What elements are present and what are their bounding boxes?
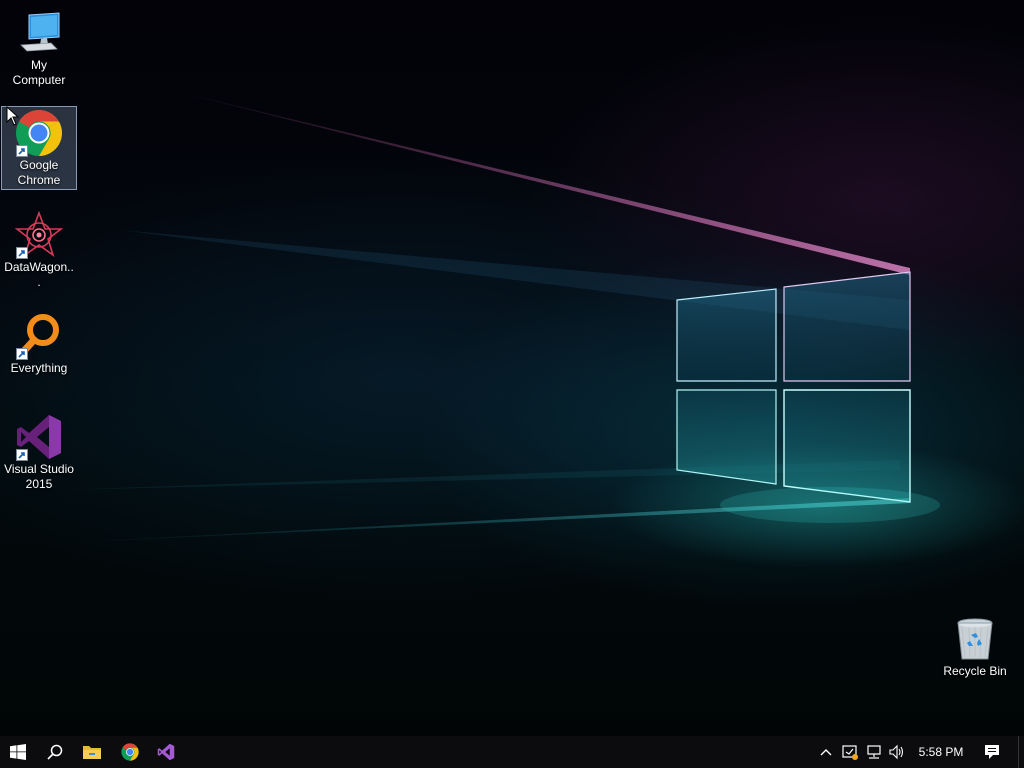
desktop-icon-label: Everything <box>10 361 68 375</box>
security-shield-icon <box>842 745 858 760</box>
file-explorer-button[interactable] <box>74 736 110 768</box>
folder-icon <box>83 746 101 759</box>
shortcut-arrow-icon <box>16 449 28 461</box>
volume-icon <box>889 744 904 760</box>
desktop-icon-label: Recycle Bin <box>943 664 1007 678</box>
action-center-button[interactable] <box>980 736 1004 768</box>
shortcut-arrow-icon <box>16 145 28 157</box>
desktop-icon-visual-studio[interactable]: Visual Studio 2015 <box>1 410 77 495</box>
taskbar: 5:58 PM <box>0 736 1024 768</box>
chevron-up-icon <box>820 749 832 756</box>
network-icon <box>867 745 881 759</box>
everything-search-icon <box>15 312 63 360</box>
visual-studio-taskbar-button[interactable] <box>148 736 184 768</box>
desktop-icon-recycle-bin[interactable]: Recycle Bin <box>937 612 1013 682</box>
desktop-icon-everything[interactable]: Everything <box>1 309 77 379</box>
tray-security-button[interactable] <box>840 736 860 768</box>
desktop-icon-label: My Computer <box>12 58 66 87</box>
desktop-icon-datawagon[interactable]: DataWagon... <box>1 208 77 293</box>
chrome-icon <box>121 743 139 761</box>
shortcut-arrow-icon <box>16 348 28 360</box>
taskbar-clock[interactable]: 5:58 PM <box>913 736 969 768</box>
show-desktop-button[interactable] <box>1018 736 1024 768</box>
search-button[interactable] <box>37 736 73 768</box>
visual-studio-icon <box>15 413 63 461</box>
computer-icon <box>15 9 63 57</box>
desktop[interactable]: My Computer Google Chrome DataWagon... E… <box>0 0 1024 736</box>
action-center-icon <box>985 745 999 759</box>
datawagon-icon <box>15 211 63 259</box>
desktop-icon-label: Google Chrome <box>17 158 61 187</box>
tray-network-button[interactable] <box>864 736 884 768</box>
show-hidden-icons-button[interactable] <box>816 736 836 768</box>
desktop-icon-label: DataWagon... <box>4 260 74 289</box>
search-icon <box>47 744 63 760</box>
recycle-bin-icon <box>951 615 999 663</box>
windows-logo-icon <box>10 744 26 760</box>
visual-studio-icon <box>157 743 175 761</box>
chrome-icon <box>15 109 63 157</box>
clock-time: 5:58 PM <box>918 745 964 759</box>
desktop-icon-label: Visual Studio 2015 <box>4 462 74 491</box>
tray-volume-button[interactable] <box>887 736 907 768</box>
chrome-taskbar-button[interactable] <box>112 736 148 768</box>
desktop-icon-my-computer[interactable]: My Computer <box>1 6 77 91</box>
shortcut-arrow-icon <box>16 247 28 259</box>
windows-hero-wallpaper <box>20 85 940 545</box>
mouse-cursor-icon <box>6 106 20 126</box>
start-button[interactable] <box>0 736 36 768</box>
